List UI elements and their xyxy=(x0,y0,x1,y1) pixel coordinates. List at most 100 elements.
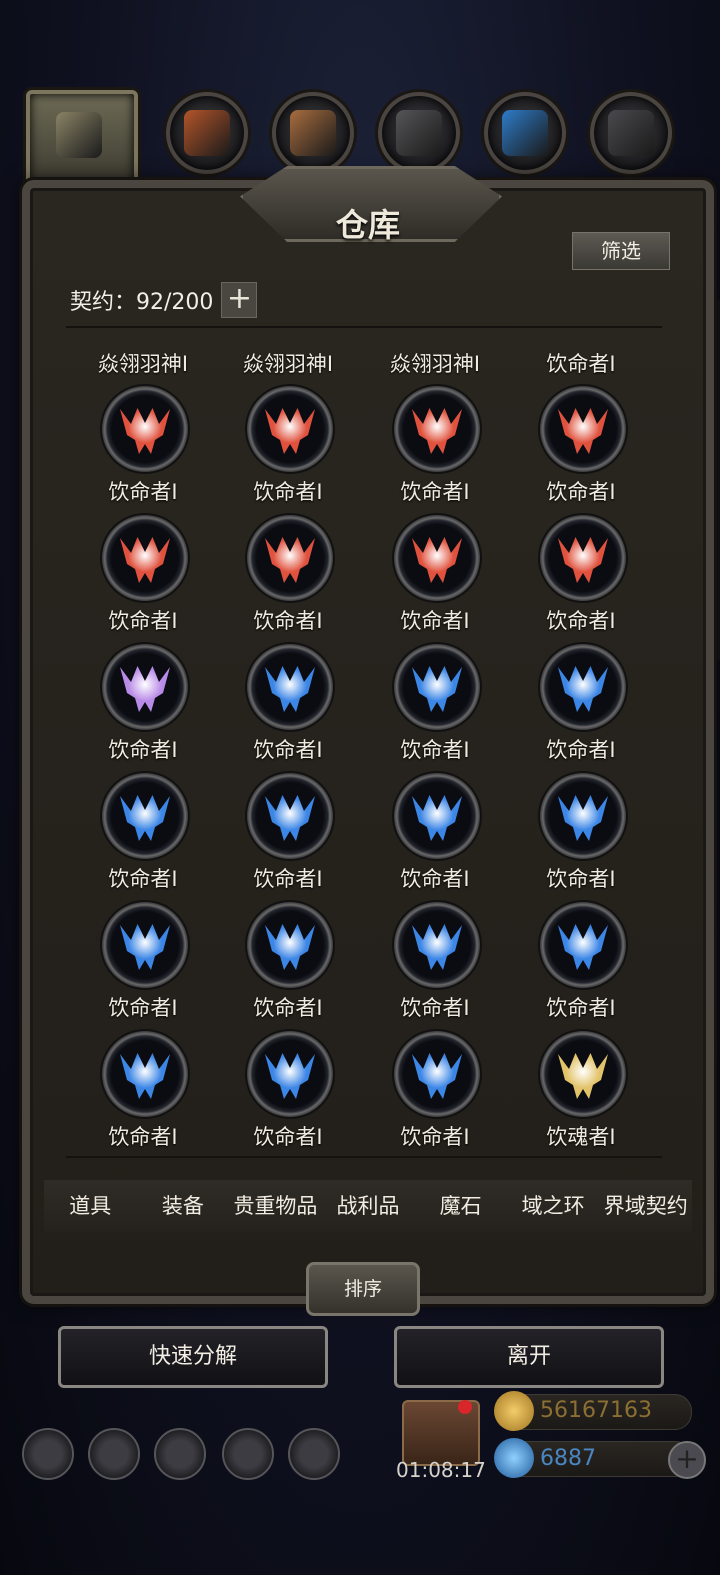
item-label: 饮命者Ⅰ xyxy=(253,996,323,1020)
item-badge xyxy=(540,386,626,472)
gem-icon xyxy=(494,1438,534,1478)
tab-equipment[interactable]: 装备 xyxy=(136,1180,230,1232)
grid-cell[interactable]: 饮命者Ⅰ xyxy=(370,773,500,902)
grid-cell[interactable]: 饮命者Ⅰ xyxy=(223,773,353,902)
sort-button[interactable]: 排序 xyxy=(306,1262,420,1316)
item-badge xyxy=(394,515,480,601)
category-tabs: 道具 装备 贵重物品 战利品 魔石 域之环 界域契约 xyxy=(44,1180,693,1232)
tab-metal[interactable] xyxy=(378,92,460,174)
crest-emblem-icon xyxy=(120,1053,170,1099)
item-label: 饮命者Ⅰ xyxy=(108,996,178,1020)
crest-emblem-icon xyxy=(558,1053,608,1099)
mail-icon[interactable] xyxy=(222,1428,274,1480)
item-badge xyxy=(102,386,188,472)
crest-emblem-icon xyxy=(265,924,315,970)
grid-cell[interactable]: 饮命者Ⅰ xyxy=(516,773,646,902)
item-badge xyxy=(247,1031,333,1117)
crest-emblem-icon xyxy=(412,924,462,970)
item-row: 饮命者Ⅰ 饮命者Ⅰ 饮命者Ⅰ 饮命者Ⅰ xyxy=(78,644,658,773)
grid-cell[interactable]: 饮命者Ⅰ xyxy=(78,644,208,773)
leave-button[interactable]: 离开 xyxy=(394,1326,664,1388)
tab-stone[interactable] xyxy=(590,92,672,174)
tab-realm-contract[interactable]: 界域契约 xyxy=(599,1180,693,1232)
expand-capacity-button[interactable]: + xyxy=(221,282,258,318)
item-label: 焱翎羽神Ⅰ xyxy=(97,352,189,376)
crest-emblem-icon xyxy=(412,1053,462,1099)
grid-cell[interactable]: 饮命者Ⅰ xyxy=(516,902,646,1031)
grid-cell[interactable]: 焱翎羽神Ⅰ xyxy=(223,338,353,387)
grid-cell[interactable]: 饮命者Ⅰ xyxy=(516,386,646,515)
item-label: 饮命者Ⅰ xyxy=(546,480,616,504)
grid-cell[interactable]: 饮命者Ⅰ xyxy=(78,902,208,1031)
grid-cell[interactable]: 焱翎羽神Ⅰ xyxy=(78,338,208,387)
badge-icon[interactable] xyxy=(88,1428,140,1480)
tab-wood[interactable] xyxy=(272,92,354,174)
top-divider xyxy=(66,326,662,328)
grid-cell[interactable]: 饮命者Ⅰ xyxy=(370,1031,500,1158)
contract-label: 契约：92/200 xyxy=(70,290,214,315)
item-badge xyxy=(394,1031,480,1117)
grid-cell[interactable]: 饮命者Ⅰ xyxy=(223,1031,353,1158)
metal-tab-icon xyxy=(396,110,442,156)
item-label: 饮命者Ⅰ xyxy=(546,609,616,633)
tab-domain-ring[interactable]: 域之环 xyxy=(506,1180,600,1232)
grid-cell[interactable]: 饮命者Ⅰ xyxy=(516,515,646,644)
item-badge xyxy=(247,902,333,988)
tab-material[interactable] xyxy=(166,92,248,174)
grid-cell[interactable]: 饮命者Ⅰ xyxy=(223,644,353,773)
item-grid[interactable]: 焱翎羽神Ⅰ 焱翎羽神Ⅰ 焱翎羽神Ⅰ 饮命者Ⅰ 饮命者Ⅰ 饮命者Ⅰ 饮命者Ⅰ 饮命者Ⅰ 饮… xyxy=(78,338,658,1158)
grid-cell[interactable]: 饮命者Ⅰ xyxy=(78,773,208,902)
guild-icon[interactable] xyxy=(154,1428,206,1480)
add-currency-button[interactable]: + xyxy=(668,1441,706,1479)
item-badge xyxy=(102,644,188,730)
item-badge xyxy=(540,515,626,601)
crest-emblem-icon xyxy=(558,537,608,583)
tab-valuables[interactable]: 贵重物品 xyxy=(229,1180,322,1232)
warehouse-panel: 仓库 筛选 契约：92/200 + 焱翎羽神Ⅰ 焱翎羽神Ⅰ 焱翎羽神Ⅰ 饮命者Ⅰ… xyxy=(22,166,714,1304)
quick-decompose-button[interactable]: 快速分解 xyxy=(58,1326,328,1388)
contract-count: 契约：92/200 + xyxy=(70,282,258,318)
grid-cell[interactable]: 饮命者Ⅰ xyxy=(78,1031,208,1158)
grid-cell[interactable]: 饮命者Ⅰ xyxy=(516,338,646,387)
item-badge xyxy=(394,902,480,988)
tab-emblem[interactable] xyxy=(26,90,138,188)
notification-dot xyxy=(458,1400,472,1414)
grid-cell[interactable]: 饮命者Ⅰ xyxy=(223,902,353,1031)
item-label: 饮命者Ⅰ xyxy=(400,1125,470,1149)
crest-emblem-icon xyxy=(265,1053,315,1099)
crest-emblem-icon xyxy=(120,795,170,841)
item-row: 饮命者Ⅰ 饮命者Ⅰ 饮命者Ⅰ 饮魂者Ⅰ xyxy=(78,1031,658,1158)
item-label: 饮命者Ⅰ xyxy=(546,352,616,376)
crest-emblem-icon xyxy=(412,408,462,454)
grid-cell[interactable]: 饮命者Ⅰ xyxy=(78,515,208,644)
item-label: 饮命者Ⅰ xyxy=(400,480,470,504)
gold-amount: 56167163 xyxy=(540,1398,652,1423)
gem-amount: 6887 xyxy=(540,1446,596,1471)
grid-cell[interactable]: 饮命者Ⅰ xyxy=(78,386,208,515)
item-badge xyxy=(102,773,188,859)
tab-magic-stone[interactable]: 魔石 xyxy=(414,1180,507,1232)
item-badge xyxy=(394,644,480,730)
item-label: 饮命者Ⅰ xyxy=(108,480,178,504)
item-label: 饮命者Ⅰ xyxy=(400,996,470,1020)
grid-cell[interactable]: 饮命者Ⅰ xyxy=(370,386,500,515)
item-row: 饮命者Ⅰ 饮命者Ⅰ 饮命者Ⅰ 饮命者Ⅰ xyxy=(78,386,658,515)
settings-icon[interactable] xyxy=(22,1428,74,1480)
tab-loot[interactable]: 战利品 xyxy=(321,1180,415,1232)
item-badge xyxy=(102,1031,188,1117)
tab-crystal[interactable] xyxy=(484,92,566,174)
grid-cell[interactable]: 饮命者Ⅰ xyxy=(223,386,353,515)
filter-button[interactable]: 筛选 xyxy=(572,232,670,270)
grid-cell[interactable]: 饮命者Ⅰ xyxy=(516,644,646,773)
item-badge xyxy=(102,902,188,988)
grid-cell[interactable]: 饮命者Ⅰ xyxy=(370,902,500,1031)
grid-cell[interactable]: 饮命者Ⅰ xyxy=(370,515,500,644)
grid-cell[interactable]: 饮魂者Ⅰ xyxy=(516,1031,646,1158)
tab-items[interactable]: 道具 xyxy=(44,1180,137,1232)
item-label: 饮命者Ⅰ xyxy=(253,609,323,633)
shop-icon[interactable] xyxy=(288,1428,340,1480)
item-label: 饮命者Ⅰ xyxy=(108,1125,178,1149)
grid-cell[interactable]: 焱翎羽神Ⅰ xyxy=(370,338,500,387)
grid-cell[interactable]: 饮命者Ⅰ xyxy=(370,644,500,773)
grid-cell[interactable]: 饮命者Ⅰ xyxy=(223,515,353,644)
